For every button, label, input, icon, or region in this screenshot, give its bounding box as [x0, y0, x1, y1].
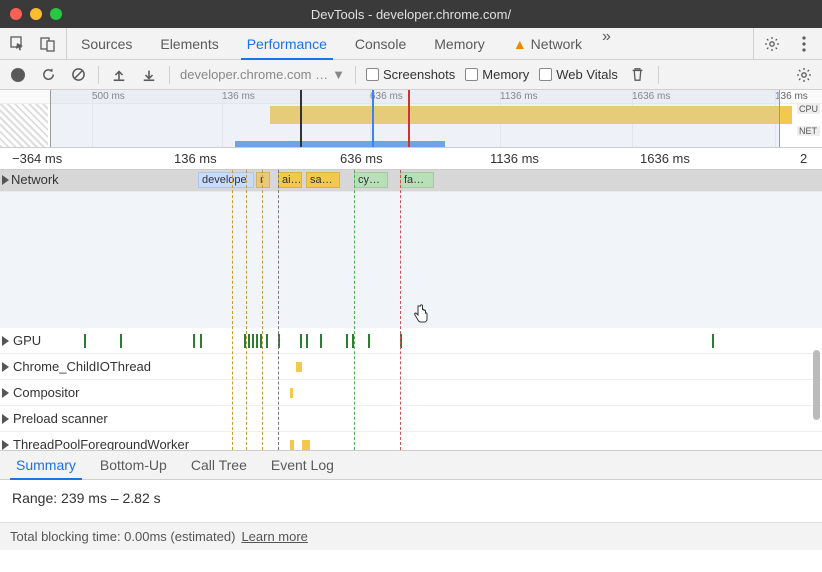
warning-icon: ▲	[513, 36, 527, 52]
ruler-tick: 636 ms	[340, 151, 383, 166]
range-text: Range: 239 ms – 2.82 s	[12, 490, 810, 506]
expand-icon	[2, 175, 9, 185]
chevron-down-icon: ▼	[332, 67, 345, 82]
ruler-tick: 136 ms	[174, 151, 217, 166]
tabbar-left-tools	[0, 28, 67, 59]
close-window-button[interactable]	[10, 8, 22, 20]
settings-gear-icon[interactable]	[762, 34, 782, 54]
details-tab-eventlog[interactable]: Event Log	[259, 451, 346, 479]
details-tab-calltree[interactable]: Call Tree	[179, 451, 259, 479]
network-lane-body[interactable]	[0, 192, 822, 328]
thread-track[interactable]: Preload scanner	[0, 406, 822, 432]
timing-marker-line	[354, 170, 355, 450]
thread-track[interactable]: Compositor	[0, 380, 822, 406]
track-label: Preload scanner	[13, 411, 108, 426]
tab-memory[interactable]: Memory	[420, 28, 499, 59]
tabbar-right-tools	[753, 28, 822, 59]
details-tab-summary[interactable]: Summary	[4, 451, 88, 479]
details-tabs: Summary Bottom-Up Call Tree Event Log	[0, 450, 822, 480]
summary-panel: Range: 239 ms – 2.82 s	[0, 480, 822, 522]
thread-track[interactable]: GPU	[0, 328, 822, 354]
network-lane[interactable]: Network developerai…sa…cy…fa…	[0, 170, 822, 192]
learn-more-link[interactable]: Learn more	[241, 529, 307, 544]
titlebar: DevTools - developer.chrome.com/	[0, 0, 822, 28]
track-graph	[0, 328, 822, 353]
track-label: Compositor	[13, 385, 79, 400]
separator	[98, 66, 99, 84]
timing-marker-line	[400, 170, 401, 450]
overview-marker	[300, 90, 302, 147]
tbt-text: Total blocking time: 0.00ms (estimated)	[10, 529, 235, 544]
tab-elements[interactable]: Elements	[146, 28, 232, 59]
network-request-block[interactable]: r	[256, 172, 270, 188]
network-request-block[interactable]: ai…	[278, 172, 302, 188]
traffic-lights	[0, 8, 62, 20]
network-request-block[interactable]: fa…	[400, 172, 434, 188]
memory-checkbox[interactable]: Memory	[465, 67, 529, 82]
track-graph	[0, 406, 822, 431]
window-title: DevTools - developer.chrome.com/	[0, 7, 822, 22]
tab-performance[interactable]: Performance	[233, 28, 341, 59]
maximize-window-button[interactable]	[50, 8, 62, 20]
timing-marker-line	[278, 170, 279, 450]
details-tab-bottomup[interactable]: Bottom-Up	[88, 451, 179, 479]
performance-toolbar: developer.chrome.com … ▼ Screenshots Mem…	[0, 60, 822, 90]
timeline-overview[interactable]: 500 ms136 ms636 ms1136 ms1636 ms136 ms C…	[0, 90, 822, 148]
separator	[169, 66, 170, 84]
track-graph	[0, 380, 822, 405]
main-tabbar: Sources Elements Performance Console Mem…	[0, 28, 822, 60]
ruler-tick: −364 ms	[12, 151, 62, 166]
tab-network[interactable]: ▲ Network	[499, 28, 596, 59]
network-lane-label[interactable]: Network	[2, 172, 59, 187]
track-label: GPU	[13, 333, 41, 348]
overview-selection[interactable]	[50, 90, 780, 147]
minimize-window-button[interactable]	[30, 8, 42, 20]
thread-track[interactable]: ThreadPoolForegroundWorker	[0, 432, 822, 450]
screenshots-checkbox[interactable]: Screenshots	[366, 67, 455, 82]
thread-track[interactable]: Chrome_ChildIOThread	[0, 354, 822, 380]
overview-lane-labels: CPU NET	[797, 104, 820, 138]
download-button[interactable]	[139, 65, 159, 85]
webvitals-checkbox[interactable]: Web Vitals	[539, 67, 618, 82]
reload-record-button[interactable]	[38, 65, 58, 85]
timing-marker-line	[246, 170, 247, 450]
flame-chart-area[interactable]: Network developerai…sa…cy…fa… GPUChrome_…	[0, 170, 822, 450]
kebab-menu-icon[interactable]	[794, 34, 814, 54]
more-tabs-icon[interactable]: »	[596, 28, 617, 59]
overview-marker	[372, 90, 374, 147]
overview-marker	[408, 90, 410, 147]
tab-console[interactable]: Console	[341, 28, 420, 59]
network-request-block[interactable]: cy…	[354, 172, 388, 188]
track-label: ThreadPoolForegroundWorker	[13, 437, 189, 450]
footer-bar: Total blocking time: 0.00ms (estimated) …	[0, 522, 822, 550]
device-toolbar-icon[interactable]	[38, 34, 58, 54]
separator	[355, 66, 356, 84]
upload-button[interactable]	[109, 65, 129, 85]
network-request-block[interactable]: sa…	[306, 172, 340, 188]
clear-button[interactable]	[68, 65, 88, 85]
ruler-tick: 1136 ms	[490, 151, 539, 166]
delete-recording-button[interactable]	[628, 65, 648, 85]
capture-settings-gear-icon[interactable]	[794, 65, 814, 85]
inspect-element-icon[interactable]	[8, 34, 28, 54]
recording-selector[interactable]: developer.chrome.com … ▼	[180, 67, 345, 82]
timing-marker-line	[232, 170, 233, 450]
vertical-scrollbar[interactable]	[813, 350, 820, 420]
tab-sources[interactable]: Sources	[67, 28, 146, 59]
panel-tabs: Sources Elements Performance Console Mem…	[67, 28, 617, 59]
record-button[interactable]	[8, 65, 28, 85]
ruler-tick: 1636 ms	[640, 151, 690, 166]
overview-dead-zone	[0, 104, 48, 147]
track-label: Chrome_ChildIOThread	[13, 359, 151, 374]
main-ruler[interactable]: −364 ms 136 ms 636 ms 1136 ms 1636 ms 2	[0, 148, 822, 170]
separator	[658, 66, 659, 84]
ruler-tick: 2	[800, 151, 807, 166]
timing-marker-line	[262, 170, 263, 450]
